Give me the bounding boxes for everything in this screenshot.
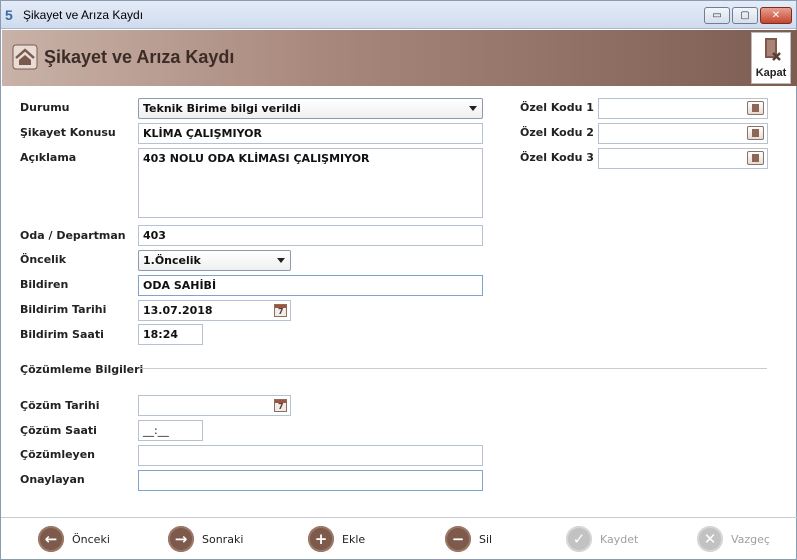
chevron-down-icon [277,258,285,263]
oda-departman-input[interactable]: 403 [138,225,483,246]
sikayet-konusu-label: Şikayet Konusu [20,126,116,139]
onaylayan-input[interactable] [138,470,483,491]
bildirim-tarihi-value: 13.07.2018 [143,304,213,317]
section-divider [139,368,767,369]
cozumleyen-input[interactable] [138,445,483,466]
window-title: Şikayet ve Arıza Kaydı [23,8,144,22]
kapat-label: Kapat [755,67,787,79]
lookup-book-icon[interactable] [747,126,764,140]
form-header: Şikayet ve Arıza Kaydı Kapat [2,30,797,86]
bildiren-input[interactable]: ODA SAHİBİ [138,275,483,296]
home-icon [12,44,38,70]
calendar-icon[interactable] [274,399,287,412]
cozumleyen-label: Çözümleyen [20,448,96,461]
oncelik-select[interactable]: 1.Öncelik [138,250,291,271]
title-bar: 5 Şikayet ve Arıza Kaydı ▭ ▢ ✕ [1,1,796,29]
bildirim-tarihi-label: Bildirim Tarihi [20,303,107,316]
cozum-tarihi-input[interactable]: . . [138,395,291,416]
sil-label: Sil [479,532,493,546]
cozum-tarihi-label: Çözüm Tarihi [20,399,100,412]
bildirim-saati-label: Bildirim Saati [20,328,104,341]
form-title: Şikayet ve Arıza Kaydı [44,47,235,67]
onceki-label: Önceki [72,532,110,546]
plus-icon: + [308,526,334,552]
bildirim-saati-input[interactable]: 18:24 [138,324,203,345]
calendar-icon[interactable] [274,304,287,317]
sonraki-label: Sonraki [202,532,244,546]
bildirim-tarihi-input[interactable]: 13.07.2018 [138,300,291,321]
ekle-button[interactable]: + Ekle [308,525,365,553]
cozum-tarihi-value: . . [158,412,182,415]
onaylayan-label: Onaylayan [20,473,85,486]
aciklama-label: Açıklama [20,151,77,164]
ekle-label: Ekle [342,532,366,546]
vazgec-button[interactable]: ✕ Vazgeç [697,525,770,553]
sikayet-konusu-input[interactable]: KLİMA ÇALIŞMIYOR [138,123,483,144]
sil-button[interactable]: − Sil [445,525,492,553]
aciklama-textarea[interactable]: 403 NOLU ODA KLİMASI ÇALIŞMIYOR [138,148,483,218]
chevron-down-icon [469,106,477,111]
ozel-kod-2-input[interactable] [598,123,768,144]
close-window-button[interactable]: ✕ [760,7,792,24]
durumu-label: Durumu [20,101,70,114]
ozel-kod-3-label: Özel Kodu 3 [520,151,594,164]
bildiren-label: Bildiren [20,278,69,291]
onceki-button[interactable]: ← Önceki [38,525,110,553]
ozel-kod-2-label: Özel Kodu 2 [520,126,594,139]
lookup-book-icon[interactable] [747,101,764,115]
sonraki-button[interactable]: → Sonraki [168,525,243,553]
cozum-saati-input[interactable]: __:__ [138,420,203,441]
footer-divider [1,517,797,518]
minus-icon: − [445,526,471,552]
lookup-book-icon[interactable] [747,151,764,165]
maximize-button[interactable]: ▢ [732,7,758,24]
minimize-button[interactable]: ▭ [704,7,730,24]
ozel-kod-1-label: Özel Kodu 1 [520,101,594,114]
ozel-kod-1-input[interactable] [598,98,768,119]
arrow-right-icon: → [168,526,194,552]
window-controls: ▭ ▢ ✕ [704,7,792,24]
exit-door-icon [765,38,781,61]
kaydet-button[interactable]: ✓ Kaydet [566,525,638,553]
durumu-value: Teknik Birime bilgi verildi [143,102,301,115]
arrow-left-icon: ← [38,526,64,552]
cozum-saati-label: Çözüm Saati [20,424,97,437]
check-icon: ✓ [566,526,592,552]
window: 5 Şikayet ve Arıza Kaydı ▭ ▢ ✕ Şikayet v… [0,0,797,560]
oda-departman-label: Oda / Departman [20,229,126,242]
ozel-kod-3-input[interactable] [598,148,768,169]
kaydet-label: Kaydet [600,532,639,546]
x-icon: ✕ [697,526,723,552]
durumu-select[interactable]: Teknik Birime bilgi verildi [138,98,483,119]
app-icon: 5 [5,7,13,23]
vazgec-label: Vazgeç [731,532,770,546]
kapat-button[interactable]: Kapat [751,32,791,84]
cozumleme-section-title: Çözümleme Bilgileri [20,363,144,376]
oncelik-label: Öncelik [20,253,67,266]
oncelik-value: 1.Öncelik [143,254,201,267]
